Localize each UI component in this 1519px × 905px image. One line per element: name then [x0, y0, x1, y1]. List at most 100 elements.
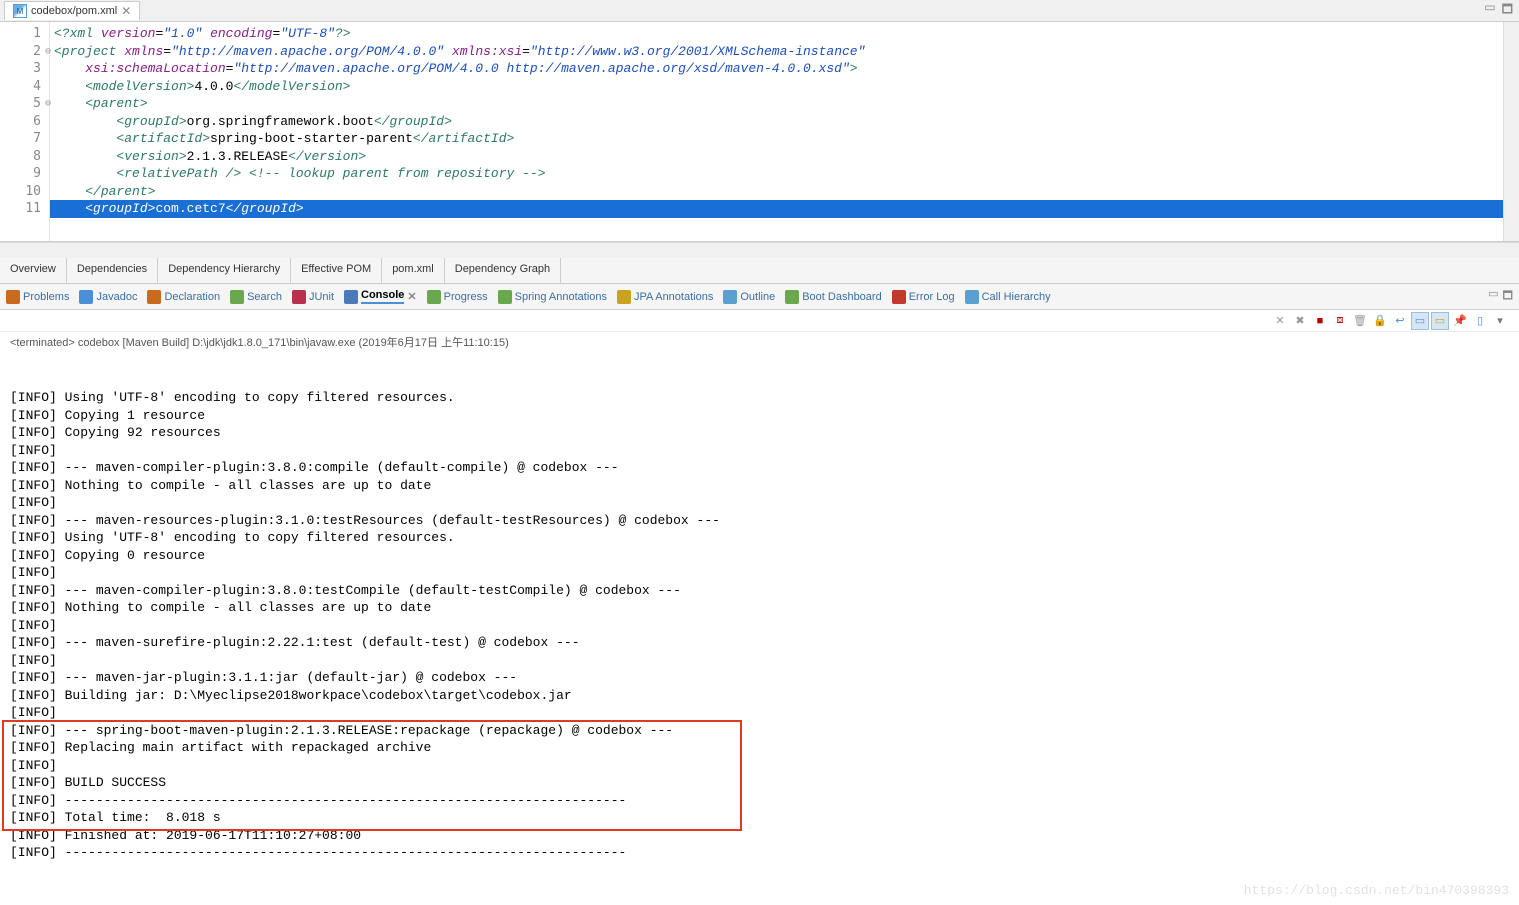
maximize-icon[interactable]: 🗖 — [1503, 287, 1513, 306]
code-area[interactable]: <?xml version="1.0" encoding="UTF-8"?><p… — [50, 22, 1503, 241]
terminate-icon[interactable]: ■ — [1311, 312, 1329, 330]
console-line: [INFO] --- maven-jar-plugin:3.1.1:jar (d… — [10, 669, 1509, 687]
console-line: [INFO] — [10, 704, 1509, 722]
view-label: JPA Annotations — [634, 291, 713, 303]
code-line[interactable]: <groupId>org.springframework.boot</group… — [50, 113, 1503, 131]
code-line[interactable]: <groupId>com.cetc7</groupId> — [50, 200, 1503, 218]
view-call-hierarchy[interactable]: Call Hierarchy — [965, 290, 1051, 304]
console-line: [INFO] --- maven-compiler-plugin:3.8.0:c… — [10, 459, 1509, 477]
console-line: [INFO] Copying 1 resource — [10, 407, 1509, 425]
console-line: [INFO] Copying 0 resource — [10, 547, 1509, 565]
view-boot-dashboard[interactable]: Boot Dashboard — [785, 290, 882, 304]
view-search[interactable]: Search — [230, 290, 282, 304]
subtab-dependencies[interactable]: Dependencies — [67, 258, 158, 283]
scroll-lock-icon[interactable]: 🔒 — [1371, 312, 1389, 330]
code-editor[interactable]: 1234567891011 <?xml version="1.0" encodi… — [0, 22, 1519, 242]
outline-icon — [723, 290, 737, 304]
code-line[interactable]: </parent> — [50, 183, 1503, 201]
editor-horizontal-scrollbar[interactable] — [0, 242, 1519, 258]
show-standard-icon[interactable]: ▭ — [1431, 312, 1449, 330]
view-label: Progress — [444, 291, 488, 303]
code-line[interactable]: xsi:schemaLocation="http://maven.apache.… — [50, 60, 1503, 78]
pom-editor-tabs: OverviewDependenciesDependency Hierarchy… — [0, 258, 1519, 284]
console-line: [INFO] — [10, 652, 1509, 670]
termination-status: <terminated> codebox [Maven Build] D:\jd… — [0, 332, 1519, 354]
remove-launch-icon[interactable]: ✕ — [1271, 312, 1289, 330]
code-line[interactable]: <parent> — [50, 95, 1503, 113]
subtab-overview[interactable]: Overview — [0, 258, 67, 283]
terminate-all-icon[interactable]: ⧈ — [1331, 312, 1349, 330]
editor-vertical-scrollbar[interactable] — [1503, 22, 1519, 241]
code-line[interactable]: <?xml version="1.0" encoding="UTF-8"?> — [50, 25, 1503, 43]
console-line: [INFO] Nothing to compile - all classes … — [10, 599, 1509, 617]
view-junit[interactable]: JUnit — [292, 290, 334, 304]
word-wrap-icon[interactable]: ↩ — [1391, 312, 1409, 330]
boot-dashboard-icon — [785, 290, 799, 304]
progress-icon — [427, 290, 441, 304]
view-problems[interactable]: Problems — [6, 290, 69, 304]
view-label: Call Hierarchy — [982, 291, 1051, 303]
views-bar: Problems Javadoc Declaration Search JUnit Con… — [0, 284, 1519, 310]
console-line: [INFO] BUILD SUCCESS — [10, 774, 1509, 792]
subtab-dependency-graph[interactable]: Dependency Graph — [445, 258, 561, 283]
console-line: [INFO] — [10, 757, 1509, 775]
line-number: 11 — [0, 200, 49, 218]
code-line[interactable]: <artifactId>spring-boot-starter-parent</… — [50, 130, 1503, 148]
show-console-icon[interactable]: ▭ — [1411, 312, 1429, 330]
code-line[interactable]: <project xmlns="http://maven.apache.org/… — [50, 43, 1503, 61]
view-declaration[interactable]: Declaration — [147, 290, 220, 304]
line-number: 10 — [0, 183, 49, 201]
console-line: [INFO] Replacing main artifact with repa… — [10, 739, 1509, 757]
maximize-icon[interactable]: 🗖 — [1502, 0, 1513, 21]
open-console-icon[interactable]: ▾ — [1491, 312, 1509, 330]
view-label: Problems — [23, 291, 69, 303]
minimize-icon[interactable]: ▭ — [1488, 287, 1498, 306]
line-number: 8 — [0, 148, 49, 166]
view-label: Search — [247, 291, 282, 303]
pin-console-icon[interactable]: 📌 — [1451, 312, 1469, 330]
console-output[interactable]: [INFO] Using 'UTF-8' encoding to copy fi… — [0, 354, 1519, 905]
line-number: 6 — [0, 113, 49, 131]
clear-console-icon[interactable]: 🗑 — [1351, 312, 1369, 330]
console-line: [INFO] Using 'UTF-8' encoding to copy fi… — [10, 389, 1509, 407]
subtab-effective-pom[interactable]: Effective POM — [291, 258, 382, 283]
view-progress[interactable]: Progress — [427, 290, 488, 304]
display-icon[interactable]: ▯ — [1471, 312, 1489, 330]
subtab-pom.xml[interactable]: pom.xml — [382, 258, 445, 283]
code-line[interactable]: <relativePath /> <!-- lookup parent from… — [50, 165, 1503, 183]
view-spring-annotations[interactable]: Spring Annotations — [498, 290, 607, 304]
maven-file-icon: M — [13, 4, 27, 18]
console-line: [INFO] — [10, 494, 1509, 512]
console-line: [INFO] Building jar: D:\Myeclipse2018wor… — [10, 687, 1509, 705]
line-number: 1 — [0, 25, 49, 43]
subtab-dependency-hierarchy[interactable]: Dependency Hierarchy — [158, 258, 291, 283]
console-line: [INFO] ---------------------------------… — [10, 792, 1509, 810]
console-line: [INFO] Finished at: 2019-06-17T11:10:27+… — [10, 827, 1509, 845]
code-line[interactable]: <modelVersion>4.0.0</modelVersion> — [50, 78, 1503, 96]
code-line[interactable]: <version>2.1.3.RELEASE</version> — [50, 148, 1503, 166]
view-console[interactable]: Console ✕ — [344, 289, 417, 304]
javadoc-icon — [79, 290, 93, 304]
editor-tab[interactable]: M codebox/pom.xml ✕ — [4, 1, 140, 20]
view-label: Declaration — [164, 291, 220, 303]
console-line: [INFO] — [10, 442, 1509, 460]
close-icon[interactable]: ✕ — [407, 290, 416, 303]
view-label: Error Log — [909, 291, 955, 303]
line-number: 2 — [0, 43, 49, 61]
line-number: 5 — [0, 95, 49, 113]
view-error-log[interactable]: Error Log — [892, 290, 955, 304]
views-bar-controls: ▭ 🗖 — [1488, 287, 1519, 306]
view-label: Spring Annotations — [515, 291, 607, 303]
console-line: [INFO] --- maven-compiler-plugin:3.8.0:t… — [10, 582, 1509, 600]
junit-icon — [292, 290, 306, 304]
console-line: [INFO] Using 'UTF-8' encoding to copy fi… — [10, 529, 1509, 547]
line-number: 7 — [0, 130, 49, 148]
remove-all-icon[interactable]: ✖ — [1291, 312, 1309, 330]
minimize-icon[interactable]: ▭ — [1484, 0, 1495, 21]
view-jpa-annotations[interactable]: JPA Annotations — [617, 290, 713, 304]
view-label: JUnit — [309, 291, 334, 303]
view-outline[interactable]: Outline — [723, 290, 775, 304]
close-icon[interactable]: ✕ — [121, 4, 131, 18]
view-javadoc[interactable]: Javadoc — [79, 290, 137, 304]
view-label: Console — [361, 289, 404, 304]
